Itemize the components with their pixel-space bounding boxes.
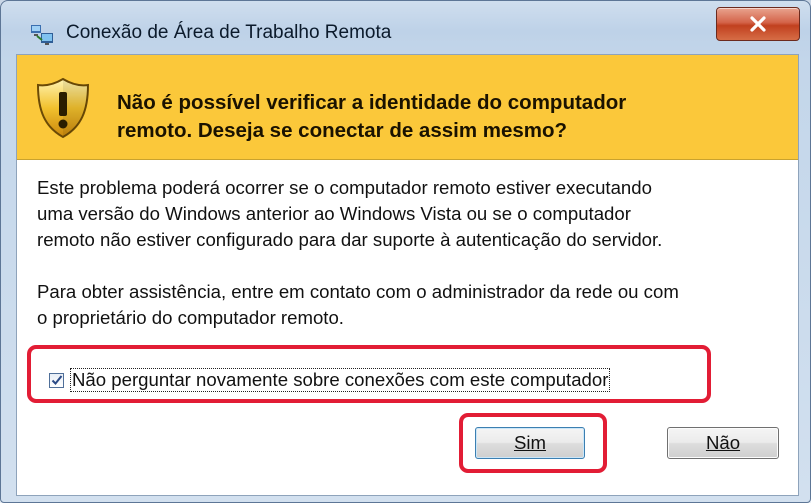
shield-warning-icon xyxy=(36,77,90,139)
close-icon xyxy=(750,16,766,32)
yes-button[interactable]: Sim xyxy=(475,427,585,459)
dont-ask-again-label[interactable]: Não perguntar novamente sobre conexões c… xyxy=(70,368,611,392)
assistance-line-1: Para obter assistência, entre em contato… xyxy=(37,281,679,302)
dont-ask-again-option[interactable]: Não perguntar novamente sobre conexões c… xyxy=(49,368,611,392)
explanation-line-1: Este problema poderá ocorrer se o comput… xyxy=(37,177,652,198)
close-button[interactable] xyxy=(716,7,800,41)
no-button-label: Não xyxy=(705,432,741,453)
dont-ask-again-checkbox[interactable] xyxy=(49,372,64,388)
warning-message: Não é possível verificar a identidade do… xyxy=(117,89,777,145)
dialog-content: Não é possível verificar a identidade do… xyxy=(16,54,799,496)
assistance-line-2: o proprietário do computador remoto. xyxy=(37,307,344,328)
title-bar[interactable]: Conexão de Área de Trabalho Remota xyxy=(8,0,803,52)
warning-banner: Não é possível verificar a identidade do… xyxy=(17,55,798,160)
remote-desktop-dialog: Conexão de Área de Trabalho Remota Não é… xyxy=(0,0,811,503)
explanation-paragraph: Este problema poderá ocorrer se o comput… xyxy=(37,175,782,253)
window-title: Conexão de Área de Trabalho Remota xyxy=(66,22,392,43)
explanation-line-3: remoto não estiver configurado para dar … xyxy=(37,229,663,250)
warning-line-1: Não é possível verificar a identidade do… xyxy=(117,91,627,114)
checkmark-icon xyxy=(51,375,62,385)
assistance-paragraph: Para obter assistência, entre em contato… xyxy=(37,279,782,331)
explanation-line-2: uma versão do Windows anterior ao Window… xyxy=(37,203,631,224)
yes-button-label: Sim xyxy=(513,432,547,453)
warning-line-2: remoto. Deseja se conectar de assim mesm… xyxy=(117,119,568,142)
no-button[interactable]: Não xyxy=(667,427,779,459)
remote-desktop-icon xyxy=(31,25,53,45)
